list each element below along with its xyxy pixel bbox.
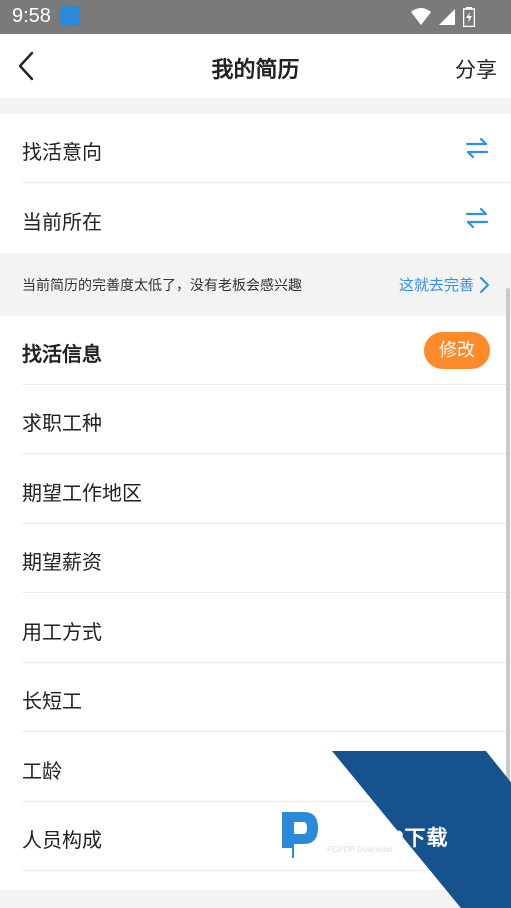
section-divider [0, 890, 511, 908]
field-label: 用工方式 [22, 620, 102, 644]
job-field-row[interactable]: 用工方式 [0, 594, 511, 663]
status-icons [411, 7, 475, 27]
watermark-subtext: PCPOP Download [327, 845, 393, 854]
field-label: 期望薪资 [22, 550, 102, 574]
swap-icon[interactable] [465, 207, 489, 229]
field-label: 工龄 [22, 759, 62, 783]
job-field-row[interactable]: 期望工作地区 [0, 455, 511, 524]
job-field-row[interactable]: 长短工 [0, 663, 511, 732]
share-button[interactable]: 分享 [455, 54, 497, 84]
section-title: 找活信息 [22, 342, 102, 366]
field-label: 长短工 [22, 689, 82, 713]
status-time: 9:58 [12, 5, 51, 27]
row-divider [22, 182, 511, 183]
job-field-row[interactable]: 期望薪资 [0, 524, 511, 593]
field-label: 期望工作地区 [22, 481, 142, 505]
app-notification-icon [60, 6, 80, 26]
preference-row-job-intent[interactable]: 找活意向 [0, 114, 511, 183]
preference-row-current-location[interactable]: 当前所在 [0, 184, 511, 253]
notice-text: 当前简历的完善度太低了，没有老板会感兴趣 [22, 278, 302, 294]
status-bar: 9:58 [0, 0, 511, 34]
job-info-header: 找活信息 修改 [0, 316, 511, 385]
battery-icon [463, 7, 475, 27]
row-label: 找活意向 [22, 140, 102, 164]
wifi-icon [411, 8, 431, 25]
top-nav-bar: 我的简历 分享 [0, 34, 511, 98]
row-label: 当前所在 [22, 210, 102, 234]
chevron-right-icon [480, 276, 489, 293]
complete-resume-link[interactable]: 这就去完善 [399, 274, 489, 295]
signal-icon [439, 9, 455, 25]
swap-icon[interactable] [465, 137, 489, 159]
pcpop-logo-icon [282, 812, 318, 858]
completeness-notice: 当前简历的完善度太低了，没有老板会感兴趣 这就去完善 [0, 253, 511, 316]
section-divider [0, 98, 511, 114]
edit-button[interactable]: 修改 [424, 332, 490, 369]
row-divider [22, 592, 511, 593]
notice-link-label: 这就去完善 [398, 276, 474, 294]
row-divider [22, 731, 511, 732]
field-label: 人员构成 [22, 828, 102, 852]
row-divider [22, 453, 511, 454]
field-label: 求职工种 [22, 411, 102, 435]
page-title: 我的简历 [211, 58, 300, 83]
job-field-row[interactable]: 求职工种 [0, 385, 511, 454]
